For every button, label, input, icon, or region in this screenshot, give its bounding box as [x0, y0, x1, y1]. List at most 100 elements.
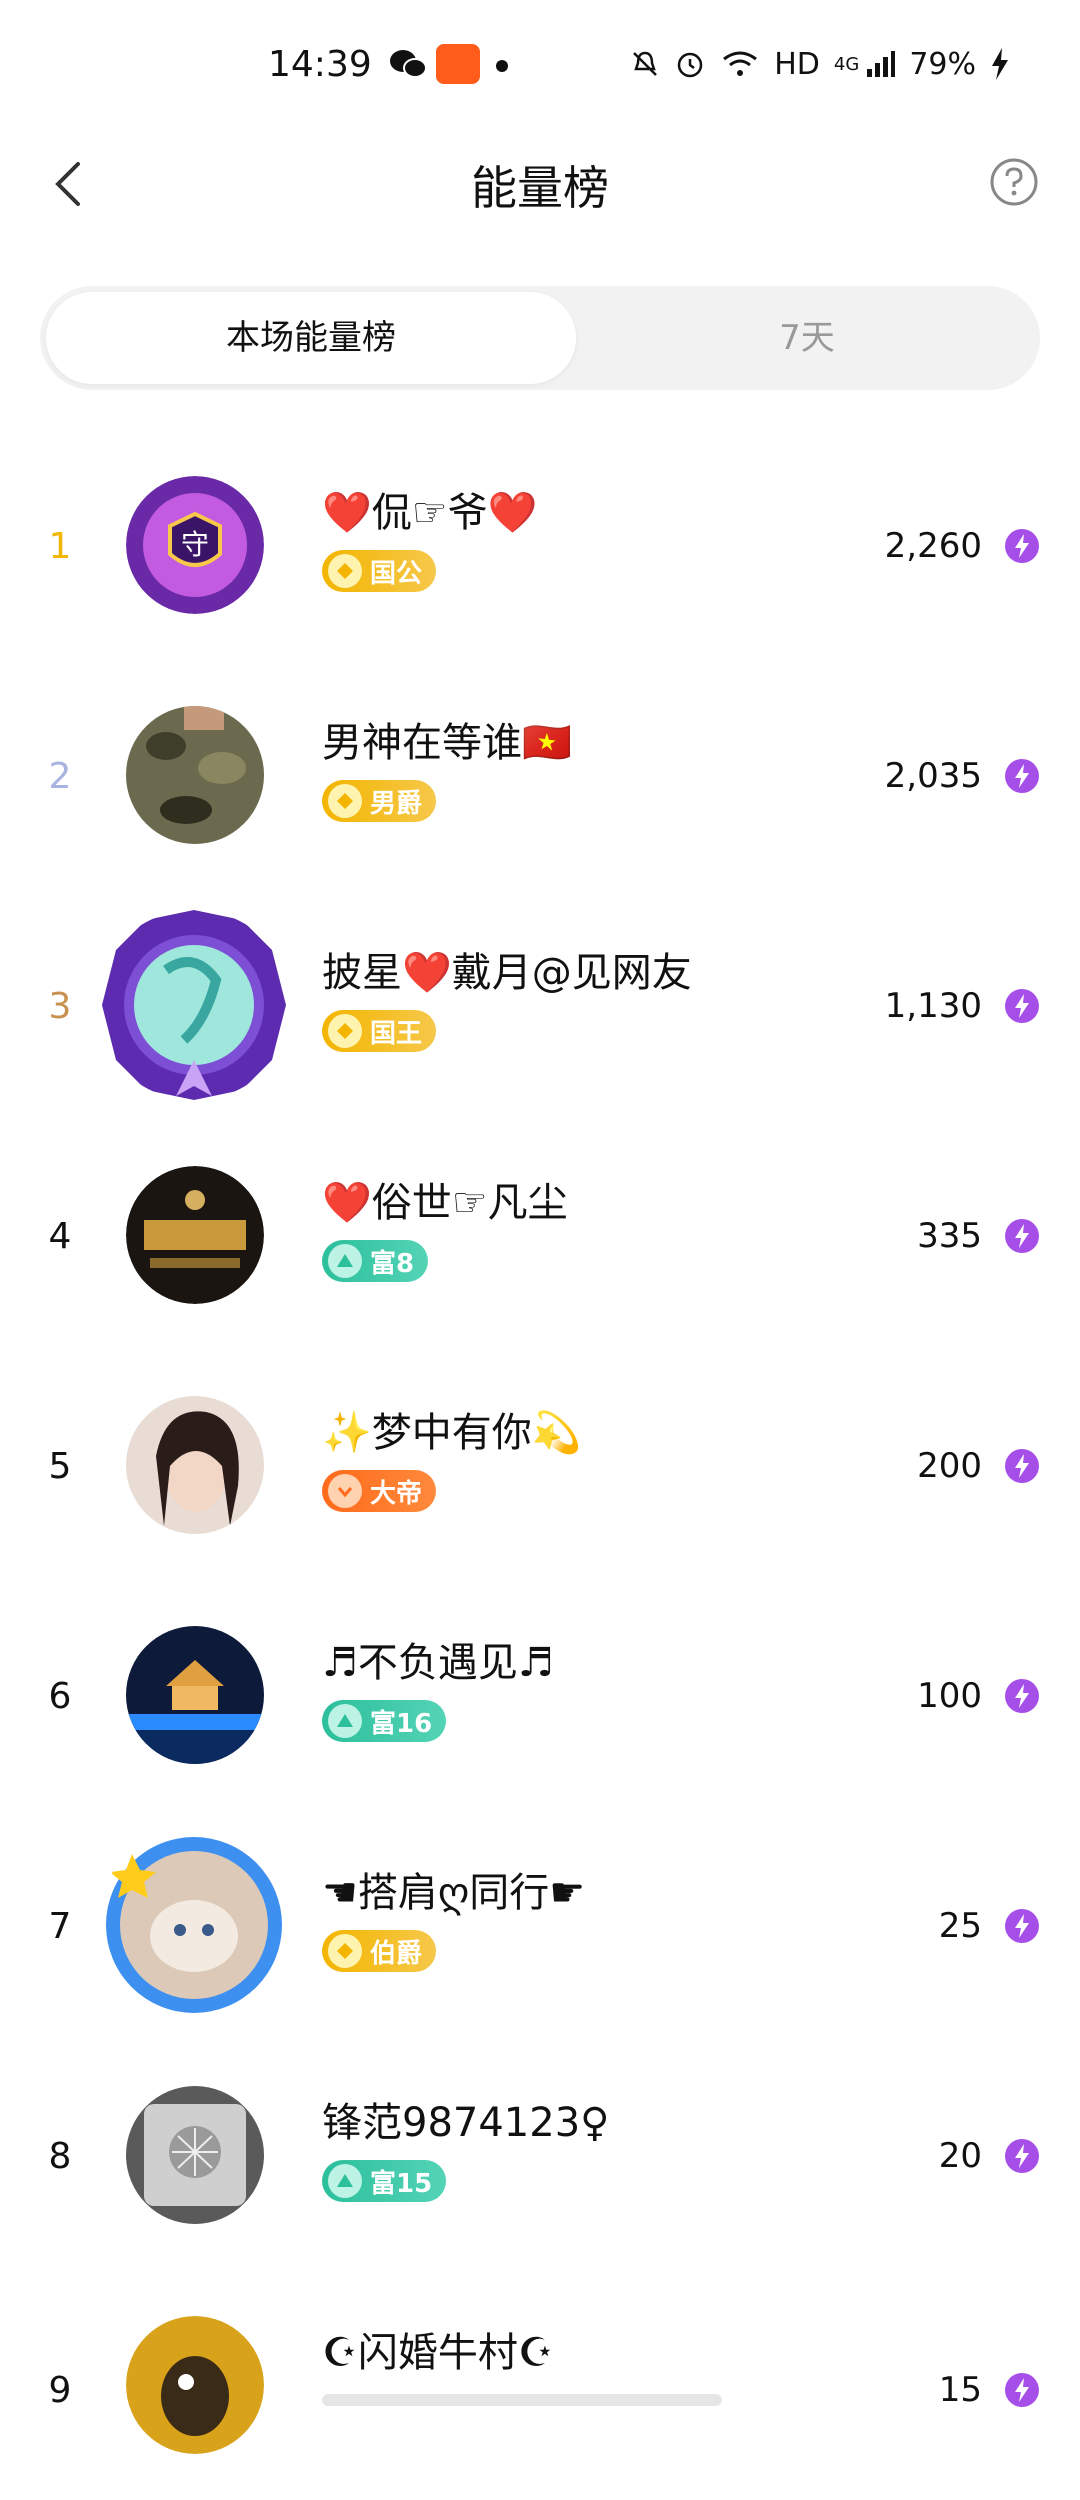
crown-coin-icon [328, 784, 362, 818]
battery-level: 79% [909, 46, 976, 82]
wechat-icon [390, 50, 427, 78]
energy-score: 335 [917, 1216, 982, 1256]
rank-number: 1 [48, 526, 72, 567]
level-badge: 男爵 [322, 780, 437, 822]
energy-bolt-icon [1005, 2139, 1039, 2173]
rank-number: 5 [48, 1446, 72, 1487]
energy-score: 200 [917, 1446, 982, 1486]
ranking-row[interactable]: 6 ♬不负遇见♬ 富16 100 [0, 1580, 1080, 1810]
crown-coin-icon [328, 554, 362, 588]
energy-bolt-icon [1005, 989, 1039, 1023]
user-name: ✨梦中有你💫 [322, 1410, 582, 1456]
energy-bolt-icon [1005, 1219, 1039, 1253]
level-badge: 富16 [322, 1700, 447, 1742]
rank-number: 2 [48, 756, 72, 797]
network-type: HD [774, 46, 820, 82]
avatar[interactable] [126, 1396, 264, 1534]
avatar[interactable] [126, 1626, 264, 1764]
rich-level-icon [328, 2164, 362, 2198]
badge-label: 国公 [370, 558, 423, 589]
ranking-row[interactable]: 3 披星❤️戴月@见网友 国王 1,130 [0, 890, 1080, 1120]
energy-score: 25 [938, 1906, 982, 1946]
header: 能量榜 [0, 130, 1080, 240]
tab-bar: 本场能量榜 7天 [40, 286, 1040, 390]
emperor-icon [328, 1474, 362, 1508]
avatar[interactable] [126, 706, 264, 844]
avatar[interactable] [126, 2316, 264, 2454]
level-badge: 国公 [322, 550, 437, 592]
user-name: 披星❤️戴月@见网友 [322, 950, 692, 996]
rank-number: 4 [48, 1216, 72, 1257]
charging-icon [992, 48, 1008, 80]
level-badge: 富8 [322, 1240, 429, 1282]
badge-label: 富15 [370, 2168, 433, 2199]
ranking-row[interactable]: 1 守 ❤️侃☞爷❤️ 国公 2,260 [0, 430, 1080, 660]
avatar[interactable] [96, 1830, 292, 2020]
ranking-row[interactable]: 5 ✨梦中有你💫 大帝 200 [0, 1350, 1080, 1580]
avatar[interactable] [126, 1166, 264, 1304]
rich-level-icon [328, 1704, 362, 1738]
energy-score: 100 [917, 1676, 982, 1716]
level-badge: 伯爵 [322, 1930, 437, 1972]
energy-bolt-icon [1005, 1679, 1039, 1713]
level-badge: 富15 [322, 2160, 447, 2202]
user-name: 锋范9874123♀ [322, 2100, 610, 2146]
ranking-row[interactable]: 9 ☪闪婚牛村☪ 15 [0, 2270, 1080, 2500]
user-name: ☚搭肩ღ同行☛ [322, 1870, 586, 1916]
energy-bolt-icon [1005, 1449, 1039, 1483]
question-circle-icon[interactable] [988, 156, 1040, 208]
energy-score: 2,260 [884, 526, 982, 566]
energy-bolt-icon [1005, 2373, 1039, 2407]
badge-label: 男爵 [370, 788, 423, 819]
badge-label: 大帝 [370, 1478, 423, 1509]
app-notification-icon [436, 44, 480, 84]
badge-label: 富8 [370, 1248, 415, 1279]
badge-label: 国王 [370, 1018, 423, 1049]
rank-number: 3 [48, 986, 72, 1027]
badge-label: 伯爵 [370, 1938, 423, 1969]
rich-level-icon [328, 1244, 362, 1278]
energy-bolt-icon [1005, 759, 1039, 793]
energy-score: 1,130 [884, 986, 982, 1026]
mute-bell-icon [633, 51, 658, 76]
user-name: ♬不负遇见♬ [322, 1640, 554, 1686]
level-badge: 国王 [322, 1010, 437, 1052]
tab-7-days[interactable]: 7天 [580, 292, 1034, 384]
tab-current-session[interactable]: 本场能量榜 [46, 292, 576, 384]
avatar[interactable]: 守 [126, 476, 264, 614]
status-right-icons: HD 4G 79% [630, 44, 1010, 84]
status-time: 14:39 [268, 44, 372, 85]
ranking-row[interactable]: 2 男神在等谁🇻🇳 男爵 2,035 [0, 660, 1080, 890]
rank-number: 9 [48, 2370, 72, 2411]
cell-type: 4G [833, 53, 860, 75]
ranking-row[interactable]: 8 锋范9874123♀ 富15 20 [0, 2040, 1080, 2270]
crown-coin-icon [328, 1934, 362, 1968]
user-name: ☪闪婚牛村☪ [322, 2330, 554, 2376]
rank-number: 7 [48, 1906, 72, 1947]
energy-bolt-icon [1005, 529, 1039, 563]
energy-bolt-icon [1005, 1909, 1039, 1943]
wifi-icon [723, 51, 758, 76]
ranking-row[interactable]: 7 ☚搭肩ღ同行☛ 伯爵 25 [0, 1810, 1080, 2040]
ranking-row[interactable]: 4 ❤️俗世☞凡尘 富8 335 [0, 1120, 1080, 1350]
user-name: ❤️侃☞爷❤️ [322, 490, 538, 536]
svg-text:守: 守 [181, 528, 209, 561]
energy-score: 2,035 [884, 756, 982, 796]
rank-number: 8 [48, 2136, 72, 2177]
crown-coin-icon [328, 1014, 362, 1048]
page-title: 能量榜 [471, 161, 609, 215]
alarm-icon [677, 52, 703, 78]
badge-label: 富16 [370, 1708, 433, 1739]
more-notifications-dot [496, 60, 508, 72]
status-bar: 14:39 HD 4G 79% [0, 0, 1080, 130]
avatar[interactable] [126, 2086, 264, 2224]
signal-icon [867, 51, 896, 77]
rank-number: 6 [48, 1676, 72, 1717]
user-name: 男神在等谁🇻🇳 [322, 720, 572, 766]
user-name: ❤️俗世☞凡尘 [322, 1180, 568, 1226]
energy-score: 20 [938, 2136, 982, 2176]
level-badge: 大帝 [322, 1470, 437, 1512]
avatar[interactable] [96, 910, 292, 1100]
badge-placeholder [322, 2394, 722, 2406]
energy-score: 15 [938, 2370, 982, 2410]
